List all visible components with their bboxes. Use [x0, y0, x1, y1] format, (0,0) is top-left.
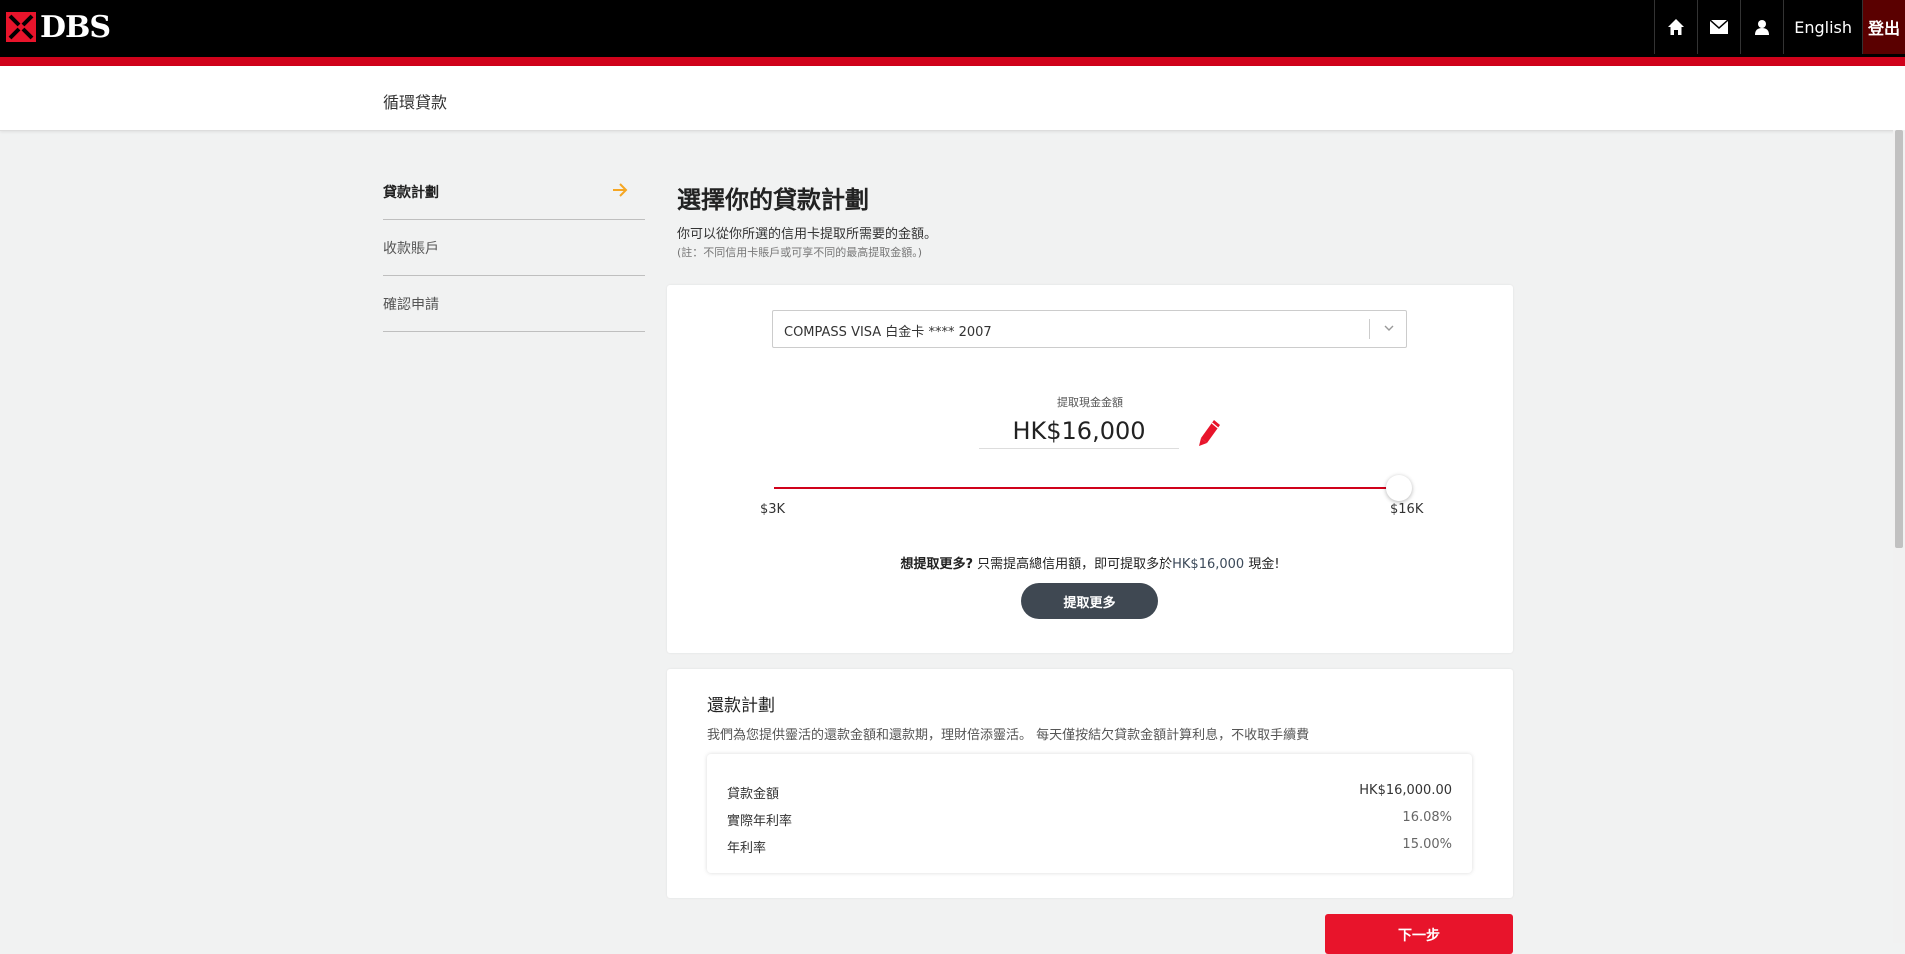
- sidebar-item-label: 確認申請: [383, 296, 439, 313]
- detail-row-apr: 實際年利率 16.08%: [727, 810, 1452, 829]
- arrow-right-icon: [611, 181, 629, 203]
- top-bar: DBS English 登出: [0, 0, 1905, 57]
- withdraw-more-button[interactable]: 提取更多: [1021, 583, 1158, 619]
- section-description: 你可以從你所選的信用卡提取所需要的金額。: [677, 227, 938, 242]
- dbs-logo-text: DBS: [40, 9, 111, 45]
- amount-label: 提取現金金額: [1057, 396, 1123, 409]
- credit-card-select-value: COMPASS VISA 白金卡 **** 2007: [784, 325, 992, 340]
- detail-label: 實際年利率: [727, 814, 793, 829]
- language-toggle[interactable]: English: [1783, 0, 1862, 54]
- amount-slider-track[interactable]: [774, 487, 1399, 489]
- profile-button[interactable]: [1740, 0, 1783, 54]
- sidebar-item-confirm[interactable]: 確認申請: [383, 276, 645, 332]
- detail-row-loan-amount: 貸款金額 HK$16,000.00: [727, 783, 1452, 802]
- withdraw-more-prefix: 想提取更多?: [900, 557, 973, 572]
- edit-pencil-icon[interactable]: [1193, 416, 1225, 452]
- section-title: 選擇你的貸款計劃: [677, 186, 869, 214]
- loan-details-box: 貸款金額 HK$16,000.00 實際年利率 16.08% 年利率 15.00…: [707, 754, 1472, 873]
- withdraw-more-suffix: 現金!: [1244, 557, 1280, 572]
- sidebar-item-receiving-account[interactable]: 收款賬戶: [383, 220, 645, 276]
- mail-icon: [1710, 20, 1729, 34]
- chevron-down-icon[interactable]: [1382, 320, 1396, 339]
- home-button[interactable]: [1654, 0, 1697, 54]
- slider-min-label: $3K: [760, 502, 786, 517]
- detail-label: 年利率: [727, 841, 767, 856]
- repayment-plan-card: 還款計劃 我們為您提供靈活的還款金額和還款期，理財倍添靈活。 每天僅按結欠貸款金…: [667, 669, 1513, 898]
- repayment-title: 還款計劃: [707, 696, 775, 716]
- slider-max-label: $16K: [1390, 502, 1424, 517]
- sidebar-item-loan-plan[interactable]: 貸款計劃: [383, 164, 645, 220]
- section-note: (註：不同信用卡賬戶或可享不同的最高提取金額。): [677, 246, 923, 259]
- user-icon: [1755, 20, 1770, 35]
- detail-label: 貸款金額: [727, 787, 780, 802]
- top-nav: English 登出: [1654, 0, 1905, 54]
- withdraw-more-message: 想提取更多? 只需提高總信用額，即可提取多於HK$16,000 現金!: [667, 553, 1513, 572]
- detail-value: 15.00%: [1402, 837, 1452, 852]
- withdraw-more-middle: 只需提高總信用額，即可提取多於: [972, 557, 1173, 572]
- amount-input[interactable]: HK$16,000: [979, 414, 1179, 449]
- next-step-button[interactable]: 下一步: [1325, 914, 1513, 954]
- step-sidebar: 貸款計劃 收款賬戶 確認申請: [383, 164, 645, 332]
- dbs-logo[interactable]: DBS: [6, 9, 111, 45]
- loan-amount-card: COMPASS VISA 白金卡 **** 2007 提取現金金額 HK$16,…: [667, 285, 1513, 653]
- logout-button[interactable]: 登出: [1862, 0, 1905, 54]
- scrollbar-thumb[interactable]: [1895, 130, 1903, 548]
- detail-value: HK$16,000.00: [1359, 783, 1452, 798]
- sidebar-item-label: 收款賬戶: [383, 240, 439, 257]
- detail-row-annual-rate: 年利率 15.00%: [727, 837, 1452, 856]
- credit-card-select[interactable]: COMPASS VISA 白金卡 **** 2007: [772, 310, 1407, 348]
- detail-value: 16.08%: [1402, 810, 1452, 825]
- page-scrollbar[interactable]: [1893, 130, 1905, 943]
- repayment-description: 我們為您提供靈活的還款金額和還款期，理財倍添靈活。 每天僅按結欠貸款金額計算利息…: [707, 728, 1310, 743]
- top-bar-accent: [0, 57, 1905, 66]
- sidebar-item-label: 貸款計劃: [383, 184, 439, 201]
- page-title: 循環貸款: [383, 93, 448, 112]
- sub-header: 循環貸款: [0, 66, 1905, 131]
- mail-button[interactable]: [1697, 0, 1740, 54]
- amount-slider-thumb[interactable]: [1386, 475, 1412, 501]
- home-icon: [1668, 19, 1685, 35]
- withdraw-more-amount: HK$16,000: [1172, 557, 1245, 572]
- select-divider: [1369, 319, 1370, 339]
- dbs-logo-mark-icon: [6, 12, 36, 42]
